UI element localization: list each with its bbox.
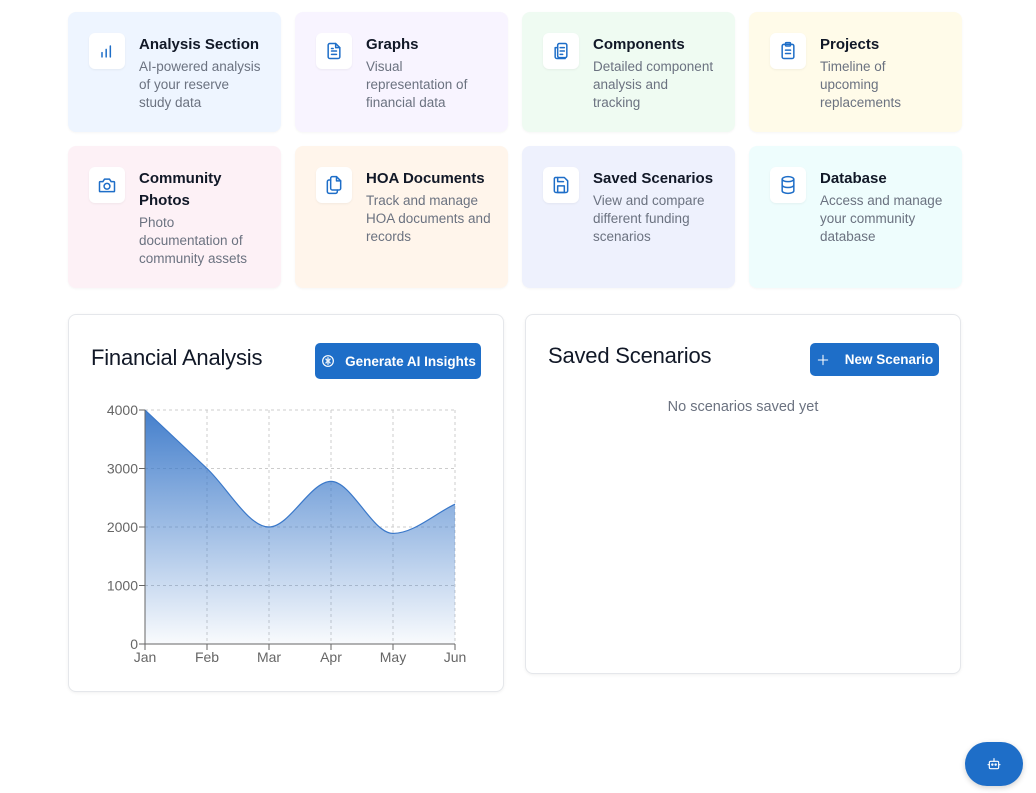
new-scenario-button[interactable]: New Scenario (810, 343, 939, 376)
card-description: View and compare different funding scena… (593, 193, 705, 244)
empty-state-text: No scenarios saved yet (667, 399, 819, 415)
card-saved-scenarios[interactable]: Saved Scenarios View and compare differe… (522, 146, 735, 288)
x-tick-label: Jan (134, 649, 157, 665)
card-description: Photo documentation of community assets (139, 215, 248, 266)
y-tick-label: 3000 (107, 461, 138, 477)
camera-icon (89, 167, 125, 203)
card-description: AI-powered analysis of your reserve stud… (139, 59, 261, 110)
card-description: Detailed component analysis and tracking (593, 59, 714, 110)
card-title: Analysis Section (139, 36, 260, 53)
x-tick-label: Mar (257, 649, 281, 665)
card-components[interactable]: Components Detailed component analysis a… (522, 12, 735, 132)
card-hoa-documents[interactable]: HOA Documents Track and manage HOA docum… (295, 146, 508, 288)
files-icon (316, 167, 352, 203)
y-tick-label: 2000 (107, 519, 138, 535)
card-projects[interactable]: Projects Timeline of upcoming replacemen… (749, 12, 962, 132)
x-tick-label: Apr (320, 649, 342, 665)
card-analysis-section[interactable]: Analysis Section AI-powered analysis of … (68, 12, 281, 132)
card-title: Components (593, 36, 685, 53)
bar-chart-icon (89, 33, 125, 69)
y-tick-label: 4000 (107, 402, 138, 418)
x-tick-label: Jun (444, 649, 467, 665)
save-icon (543, 167, 579, 203)
document-icon (316, 33, 352, 69)
panel-title: Saved Scenarios (548, 343, 712, 368)
card-title: Community Photos (139, 170, 222, 209)
card-database[interactable]: Database Access and manage your communit… (749, 146, 962, 288)
saved-scenarios-panel: Saved Scenarios New Scenario No scenario… (525, 314, 961, 674)
button-label: New Scenario (844, 352, 934, 367)
card-description: Visual representation of financial data (366, 59, 468, 110)
components-icon (543, 33, 579, 69)
ai-assistant-button[interactable] (965, 742, 1023, 786)
card-title: Saved Scenarios (593, 170, 714, 187)
financial-area-chart: 01000200030004000Jan Feb Mar Apr May Jun (107, 402, 467, 665)
card-title: Projects (820, 36, 880, 53)
card-community-photos[interactable]: Community Photos Photo documentation of … (68, 146, 281, 288)
x-tick-label: May (380, 649, 406, 665)
card-description: Timeline of upcoming replacements (820, 59, 902, 110)
plus-icon (817, 354, 828, 365)
robot-icon (987, 758, 1001, 770)
card-graphs[interactable]: Graphs Visual representation of financia… (295, 12, 508, 132)
clipboard-icon (770, 33, 806, 69)
y-tick-label: 1000 (107, 578, 138, 594)
card-title: HOA Documents (366, 170, 485, 187)
card-title: Database (820, 170, 887, 187)
card-title: Graphs (366, 36, 419, 53)
feature-card-grid: Analysis Section AI-powered analysis of … (68, 12, 962, 288)
area-fill (145, 410, 455, 644)
card-description: Access and manage your community databas… (820, 193, 943, 244)
x-tick-label: Feb (195, 649, 219, 665)
card-description: Track and manage HOA documents and recor… (366, 193, 491, 244)
financial-analysis-panel: Financial Analysis Generate AI Insights … (68, 314, 504, 692)
database-icon (770, 167, 806, 203)
